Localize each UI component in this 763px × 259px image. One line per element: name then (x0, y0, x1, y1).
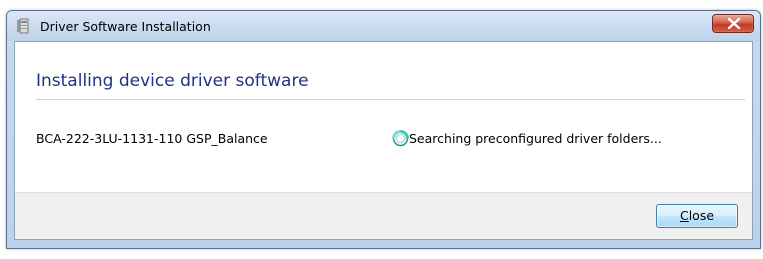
dialog-content: Installing device driver software BCA-22… (14, 41, 753, 240)
close-icon (727, 18, 741, 29)
close-button-accel: C (679, 208, 689, 223)
close-button[interactable]: Close (656, 204, 738, 228)
driver-install-icon (15, 18, 31, 34)
close-button-label: lose (688, 208, 715, 223)
window-title: Driver Software Installation (40, 19, 211, 34)
busy-spinner-icon (392, 130, 409, 147)
driver-install-dialog: Driver Software Installation Installing … (6, 10, 761, 249)
device-status-text: Searching preconfigured driver folders..… (409, 131, 662, 146)
page-heading: Installing device driver software (36, 71, 309, 91)
window-close-button[interactable] (712, 14, 754, 33)
heading-divider (36, 99, 745, 100)
device-name: BCA-222-3LU-1131-110 GSP_Balance (36, 131, 268, 146)
title-bar[interactable]: Driver Software Installation (7, 11, 760, 41)
dialog-footer: Close (15, 192, 752, 239)
